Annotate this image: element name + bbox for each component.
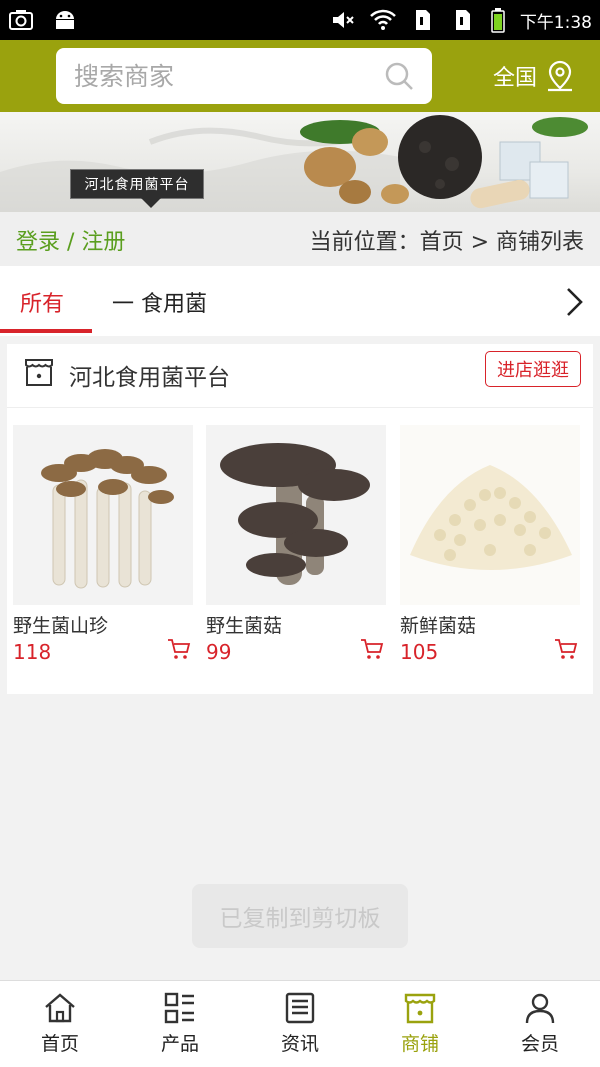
app-header: 全国 xyxy=(0,40,600,112)
product-name: 野生菌山珍 xyxy=(13,615,109,637)
home-icon xyxy=(45,993,75,1023)
banner: 河北食用菌平台 xyxy=(0,112,600,212)
cart-icon[interactable] xyxy=(554,638,578,660)
product-card[interactable]: 新鲜菌菇 105 xyxy=(400,425,580,664)
tab-edible-fungi[interactable]: 一 食用菌 xyxy=(112,286,207,318)
tab-all[interactable]: 所有 xyxy=(20,286,64,318)
nav-home[interactable]: 首页 xyxy=(0,981,120,1067)
product-name: 新鲜菌菇 xyxy=(400,615,477,637)
location-pin-icon xyxy=(548,60,573,92)
login-register-link[interactable]: 登录 / 注册 xyxy=(16,224,125,256)
nav-shops[interactable]: 商铺 xyxy=(360,981,480,1067)
product-image[interactable] xyxy=(400,425,580,605)
product-image[interactable] xyxy=(13,425,193,605)
cart-icon[interactable] xyxy=(360,638,384,660)
sim1-icon xyxy=(415,10,430,30)
category-tabs: 所有 一 食用菌 xyxy=(0,266,600,336)
news-icon xyxy=(285,992,315,1024)
wifi-icon xyxy=(369,9,396,30)
android-icon xyxy=(56,11,74,29)
active-tab-indicator xyxy=(0,329,92,333)
shop-icon xyxy=(404,993,436,1024)
shop-name: 河北食用菌平台 xyxy=(69,365,230,391)
user-icon xyxy=(525,993,555,1024)
nav-label: 资讯 xyxy=(280,1033,319,1055)
product-price: 105 xyxy=(400,640,439,664)
search-icon[interactable] xyxy=(384,61,414,91)
breadcrumb: 当前位置：首页 > 商铺列表 xyxy=(309,230,584,255)
shop-header: 河北食用菌平台 进店逛逛 xyxy=(7,344,593,408)
status-bar: 下午1:38 xyxy=(0,0,600,40)
bottom-nav: 首页 产品 资讯 商铺 会员 xyxy=(0,980,600,1067)
grid-list-icon xyxy=(164,992,194,1024)
copied-toast: 已复制到剪切板 xyxy=(192,884,408,948)
breadcrumb-bar: 登录 / 注册 当前位置：首页 > 商铺列表 xyxy=(0,212,600,266)
product-price: 118 xyxy=(13,640,52,664)
nav-member[interactable]: 会员 xyxy=(480,981,600,1067)
store-icon xyxy=(25,359,53,386)
nav-label: 首页 xyxy=(40,1033,79,1055)
nav-label: 会员 xyxy=(520,1033,559,1055)
product-image[interactable] xyxy=(206,425,386,605)
product-card[interactable]: 野生菌菇 99 xyxy=(206,425,386,664)
nav-label: 产品 xyxy=(160,1033,199,1055)
banner-logo: 河北食用菌平台 xyxy=(70,169,204,208)
clock: 下午1:38 xyxy=(519,12,592,33)
product-name: 野生菌菇 xyxy=(206,615,283,637)
battery-icon xyxy=(491,8,505,33)
nav-news[interactable]: 资讯 xyxy=(240,981,360,1067)
region-label: 全国 xyxy=(493,66,538,91)
nav-products[interactable]: 产品 xyxy=(120,981,240,1067)
product-card[interactable]: 野生菌山珍 118 xyxy=(13,425,193,664)
mute-icon xyxy=(332,12,354,28)
visit-shop-button[interactable]: 进店逛逛 xyxy=(485,351,581,387)
sim2-icon xyxy=(455,10,470,30)
product-price: 99 xyxy=(206,640,232,664)
chevron-right-icon[interactable] xyxy=(562,286,586,318)
search-box[interactable] xyxy=(56,48,432,104)
cart-icon[interactable] xyxy=(167,638,191,660)
search-input[interactable] xyxy=(74,61,374,91)
shop-card: 河北食用菌平台 进店逛逛 野生菌山珍 118 野生菌菇 99 新鲜菌菇 105 xyxy=(7,344,593,694)
region-selector[interactable]: 全国 xyxy=(493,60,575,92)
nav-label: 商铺 xyxy=(400,1033,439,1055)
screenshot-icon xyxy=(9,10,33,30)
